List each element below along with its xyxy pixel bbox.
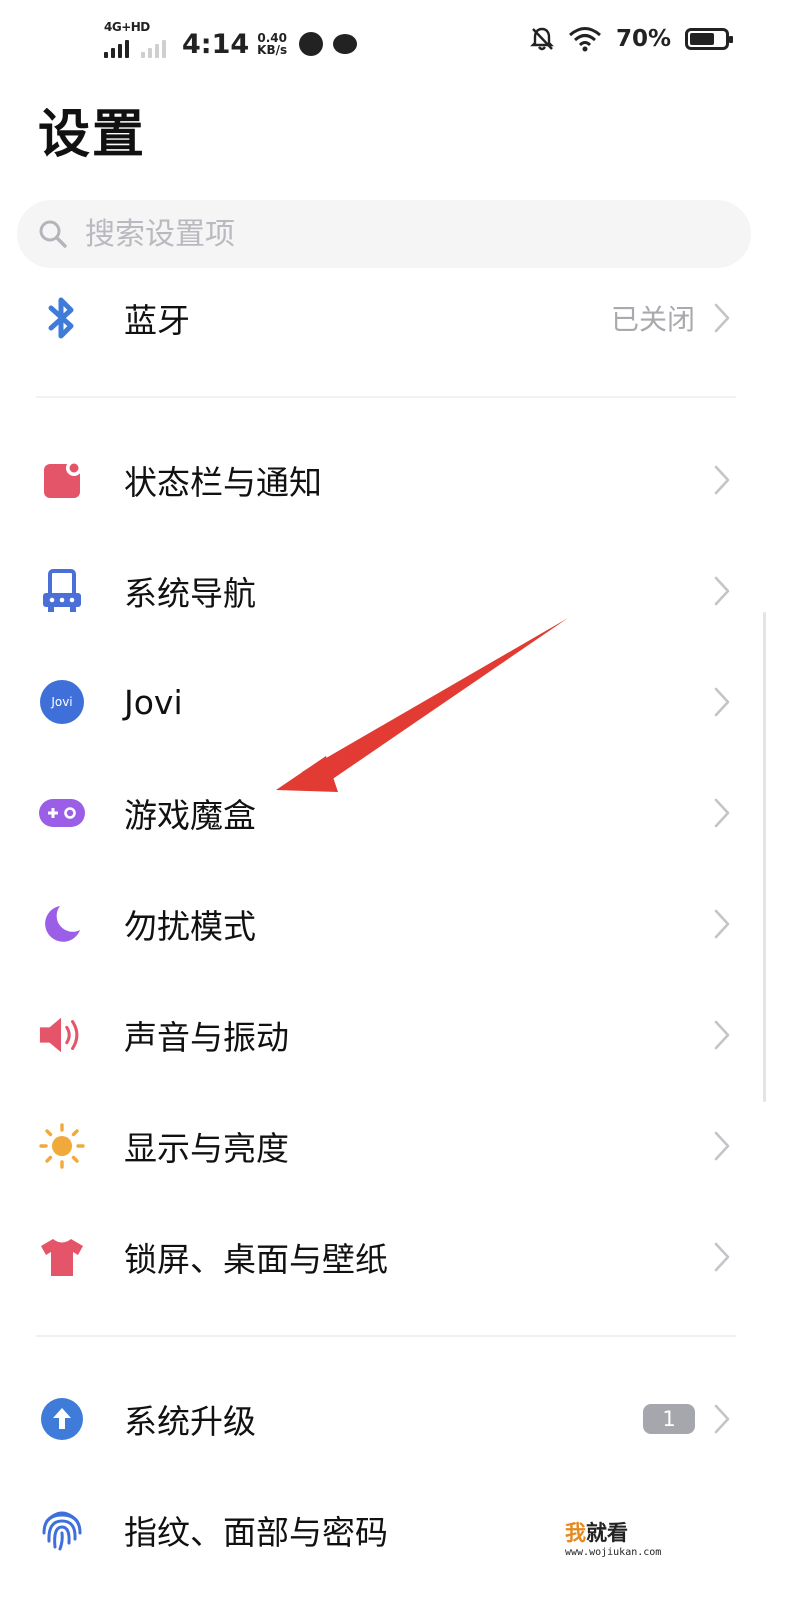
- settings-item-display-brightness[interactable]: 显示与亮度: [0, 1101, 787, 1191]
- status-right-group: 70%: [530, 26, 733, 52]
- sun-icon: [38, 1122, 86, 1170]
- speaker-icon: [38, 1011, 86, 1059]
- watermark-brand-a: 我: [565, 1521, 586, 1545]
- network-speed: 0.40 KB/s: [257, 32, 287, 56]
- network-speed-unit: KB/s: [257, 43, 288, 57]
- settings-item-game-box[interactable]: 游戏魔盒: [0, 768, 787, 858]
- update-count-badge: 1: [643, 1404, 695, 1434]
- settings-item-label: 指纹、面部与密码: [124, 1513, 388, 1552]
- status-time: 4:14: [182, 28, 250, 60]
- status-left-group: 4G+HD 4:14 0.40 KB/s: [104, 20, 358, 60]
- watermark-brand: 我就看: [565, 1517, 661, 1547]
- settings-item-label: 锁屏、桌面与壁纸: [124, 1240, 388, 1279]
- watermark: 我就看 www.wojiukan.com: [565, 1517, 661, 1558]
- watermark-brand-b: 就看: [586, 1521, 628, 1545]
- settings-item-bluetooth[interactable]: 蓝牙 已关闭: [0, 273, 787, 363]
- app-notification-icon: [299, 32, 324, 56]
- settings-item-label: Jovi: [124, 682, 183, 722]
- settings-item-label: 蓝牙: [124, 301, 190, 340]
- bell-muted-icon: [530, 27, 554, 51]
- settings-item-label: 勿扰模式: [124, 907, 256, 946]
- settings-item-label: 状态栏与通知: [124, 463, 322, 502]
- scroll-indicator[interactable]: [763, 612, 766, 1102]
- settings-item-value: 已关闭: [610, 303, 695, 336]
- settings-item-label: 显示与亮度: [124, 1129, 289, 1168]
- chevron-right-icon: [714, 1404, 730, 1434]
- search-input[interactable]: [83, 215, 687, 253]
- signal-strength-icon: [104, 36, 129, 58]
- status-bar-notification-icon: [38, 456, 86, 504]
- section-divider: [36, 1335, 736, 1337]
- chat-notification-icon: [333, 34, 358, 54]
- settings-item-label: 系统导航: [124, 574, 256, 613]
- settings-item-system-navigation[interactable]: 系统导航: [0, 546, 787, 636]
- settings-item-lockscreen-wallpaper[interactable]: 锁屏、桌面与壁纸: [0, 1212, 787, 1302]
- tshirt-icon: [38, 1233, 86, 1281]
- settings-item-label: 游戏魔盒: [124, 796, 256, 835]
- settings-item-system-upgrade[interactable]: 系统升级 1: [0, 1374, 787, 1464]
- settings-item-fingerprint-face-password[interactable]: 指纹、面部与密码: [0, 1485, 787, 1575]
- search-icon: [39, 220, 67, 248]
- battery-fill: [690, 33, 714, 45]
- settings-item-sound-vibration[interactable]: 声音与振动: [0, 990, 787, 1080]
- search-bar[interactable]: [17, 200, 751, 268]
- chevron-right-icon: [714, 687, 730, 717]
- chevron-right-icon: [714, 1242, 730, 1272]
- page-title: 设置: [38, 105, 147, 165]
- do-not-disturb-moon-icon: [38, 900, 86, 948]
- status-bar: 4G+HD 4:14 0.40 KB/s 70%: [0, 0, 787, 88]
- settings-item-do-not-disturb[interactable]: 勿扰模式: [0, 879, 787, 969]
- battery-percentage: 70%: [615, 26, 671, 52]
- fingerprint-icon: [38, 1506, 86, 1554]
- bluetooth-icon: [38, 294, 86, 342]
- settings-item-label: 声音与振动: [124, 1018, 289, 1057]
- chevron-right-icon: [714, 1020, 730, 1050]
- chevron-right-icon: [714, 303, 730, 333]
- jovi-icon-badge: Jovi: [40, 680, 84, 724]
- watermark-url: www.wojiukan.com: [565, 1547, 662, 1558]
- settings-item-jovi[interactable]: Jovi Jovi: [0, 657, 787, 747]
- chevron-right-icon: [714, 465, 730, 495]
- section-divider: [36, 396, 736, 398]
- secondary-signal-icon: [141, 36, 166, 58]
- chevron-right-icon: [714, 576, 730, 606]
- wifi-icon: [568, 27, 601, 52]
- settings-item-status-bar-notification[interactable]: 状态栏与通知: [0, 435, 787, 525]
- network-type-label: 4G+HD: [104, 20, 150, 34]
- settings-item-label: 系统升级: [124, 1402, 256, 1441]
- battery-icon: [685, 28, 733, 50]
- game-box-icon: [38, 789, 86, 837]
- jovi-icon: Jovi: [38, 678, 86, 726]
- system-navigation-icon: [38, 567, 86, 615]
- chevron-right-icon: [714, 798, 730, 828]
- chevron-right-icon: [714, 1131, 730, 1161]
- upgrade-arrow-icon: [38, 1395, 86, 1443]
- chevron-right-icon: [714, 909, 730, 939]
